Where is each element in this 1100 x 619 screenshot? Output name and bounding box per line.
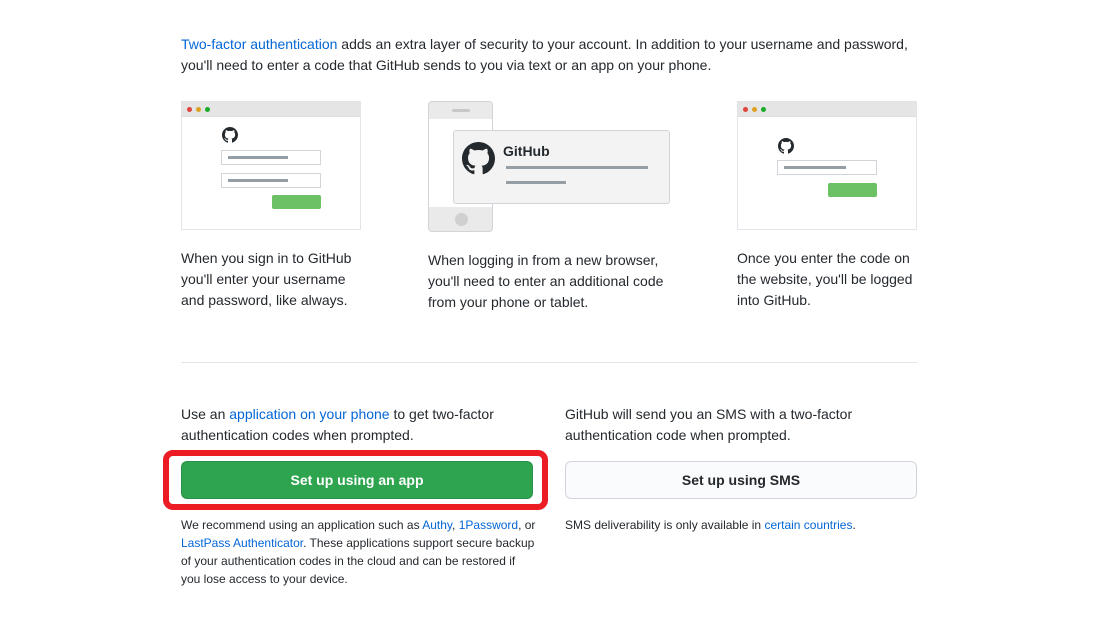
sms-note-suffix: . [852,518,856,532]
sms-note-prefix: SMS deliverability is only available in [565,518,765,532]
verify-button-illustration [828,183,877,197]
notification-line [506,181,566,184]
maximize-dot-icon [761,107,766,112]
code-field-illustration [777,160,877,175]
note-separator: , or [518,518,536,532]
note-prefix: We recommend using an application such a… [181,518,423,532]
username-field-illustration [221,150,321,165]
intro-text: Two-factor authentication adds an extra … [181,34,921,76]
browser-titlebar [738,102,916,117]
notification-title: GitHub [503,143,550,159]
password-field-illustration [221,173,321,188]
note-separator: , [452,518,459,532]
section-divider [181,362,917,363]
minimize-dot-icon [196,107,201,112]
setup-app-button[interactable]: Set up using an app [181,461,533,499]
github-octocat-icon [222,127,238,143]
two-factor-link[interactable]: Two-factor authentication [181,36,337,52]
authy-link[interactable]: Authy [422,518,452,532]
lastpass-link[interactable]: LastPass Authenticator [181,536,303,550]
github-octocat-icon [462,142,495,175]
github-octocat-icon [778,138,794,154]
app-option-description: Use an application on your phone to get … [181,404,526,446]
browser-titlebar [182,102,360,117]
app-desc-prefix: Use an [181,406,230,422]
step-2-caption: When logging in from a new browser, you'… [428,252,664,310]
certain-countries-link[interactable]: certain countries [764,518,852,532]
1password-link[interactable]: 1Password [459,518,518,532]
sms-option-note: SMS deliverability is only available in … [565,516,917,534]
app-option-note: We recommend using an application such a… [181,516,536,588]
phone-home-button [455,213,468,226]
sms-option-description: GitHub will send you an SMS with a two-f… [565,406,853,443]
step-1-caption: When you sign in to GitHub you'll enter … [181,250,352,308]
authenticator-app-link[interactable]: application on your phone [229,406,389,422]
notification-line [506,166,648,169]
setup-sms-button[interactable]: Set up using SMS [565,461,917,499]
maximize-dot-icon [205,107,210,112]
phone-speaker [452,109,470,112]
step-3-caption: Once you enter the code on the website, … [737,250,913,308]
phone-notification-illustration: GitHub [453,130,670,204]
minimize-dot-icon [752,107,757,112]
signin-button-illustration [272,195,321,209]
code-entry-illustration [737,101,917,230]
close-dot-icon [743,107,748,112]
signin-illustration [181,101,361,230]
close-dot-icon [187,107,192,112]
